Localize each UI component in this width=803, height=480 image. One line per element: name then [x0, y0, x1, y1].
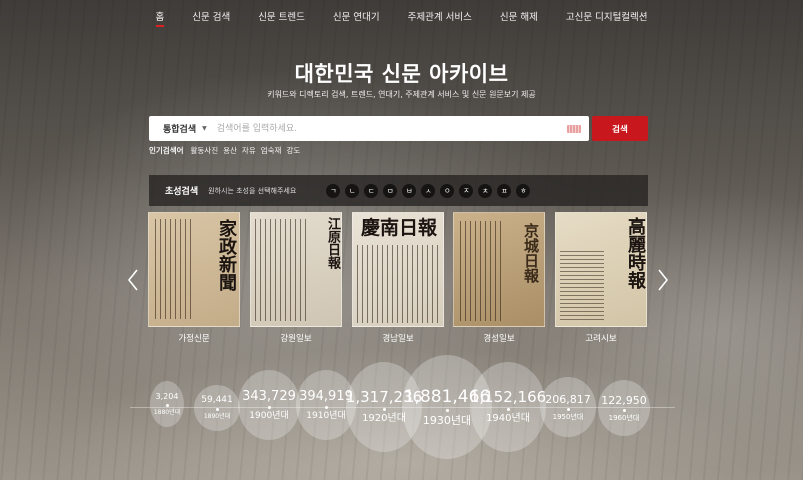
decade-timeline: 3,204 1880년대 59,441 1890년대 343,729 1900년… — [0, 0, 803, 480]
decade-dot — [324, 405, 328, 409]
decade-count: 59,441 — [201, 395, 233, 405]
decade-bubble[interactable]: 59,441 1890년대 — [194, 385, 240, 431]
decade-dot — [267, 405, 271, 409]
decade-label: 1900년대 — [249, 410, 289, 421]
decade-label: 1950년대 — [552, 412, 584, 421]
decade-dot — [506, 408, 510, 411]
decade-label: 1880년대 — [153, 408, 181, 416]
decade-count: 206,817 — [545, 392, 591, 406]
decade-label: 1960년대 — [608, 413, 640, 422]
decade-bubble[interactable]: 206,817 1950년대 — [540, 377, 596, 437]
decade-dot — [215, 408, 219, 411]
decade-label: 1930년대 — [422, 413, 472, 427]
decade-dot — [165, 403, 169, 407]
decade-dot — [566, 407, 570, 411]
decade-count: 343,729 — [242, 388, 296, 404]
decade-count: 1,152,166 — [469, 388, 547, 406]
decade-bubble[interactable]: 343,729 1900년대 — [238, 370, 300, 440]
decade-count: 394,919 — [299, 388, 353, 404]
decade-count: 3,204 — [155, 391, 179, 401]
decade-dot — [445, 408, 449, 412]
decade-label: 1920년대 — [362, 413, 406, 424]
decade-label: 1940년대 — [486, 413, 530, 424]
decade-bubble[interactable]: 1,152,166 1940년대 — [470, 362, 546, 452]
decade-label: 1910년대 — [306, 410, 346, 421]
decade-label: 1890년대 — [203, 413, 231, 420]
decade-dot — [382, 408, 386, 411]
decade-count: 122,950 — [601, 393, 647, 407]
decade-bubble[interactable]: 3,204 1880년대 — [150, 381, 184, 427]
decade-dot — [622, 408, 626, 412]
decade-bubble[interactable]: 122,950 1960년대 — [598, 380, 650, 436]
